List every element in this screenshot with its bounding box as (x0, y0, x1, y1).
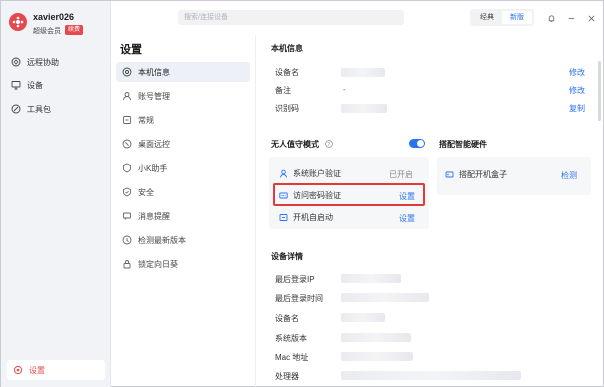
local-info-title: 本机信息 (271, 44, 303, 53)
detail-value-redacted (341, 333, 411, 342)
edit-note-button[interactable]: 修改 (569, 85, 585, 96)
menu-item-label: 常规 (138, 115, 154, 125)
unattended-title: 无人值守模式 (271, 140, 319, 149)
device-name-value-redacted (341, 68, 385, 77)
system-account-status: 已开启 (389, 170, 413, 179)
app-window: xavier026 超级会员 续费 远程协助 设备 工具包 设置 搜索/连接设备… (0, 0, 604, 387)
id-label: 识别码 (275, 104, 299, 113)
search-input[interactable]: 搜索/连接设备 (178, 10, 404, 25)
top-bar: 搜索/连接设备 经典 新版 (112, 1, 604, 35)
menu-item-assistant[interactable]: 小K助手 (116, 158, 250, 178)
sidebar-item-devices[interactable]: 设备 (11, 78, 43, 92)
menu-item-account[interactable]: 账号管理 (116, 86, 250, 106)
svg-text:?: ? (328, 142, 331, 148)
mode-classic-button[interactable]: 经典 (472, 11, 502, 24)
general-icon (122, 115, 132, 125)
auto-start-label: 开机自启动 (293, 212, 333, 222)
update-icon (122, 235, 132, 245)
menu-item-label: 桌面远控 (138, 139, 170, 149)
member-level: 超级会员 (33, 28, 61, 35)
copy-id-button[interactable]: 复制 (569, 103, 585, 114)
user-icon (279, 169, 288, 178)
assistant-icon (122, 163, 132, 173)
menu-item-label: 消息提醒 (138, 211, 170, 221)
minimize-icon[interactable] (566, 13, 576, 23)
settings-content: 本机信息 设备名 修改 备注 - 修改 识别码 复制 无人值守模式 ? 系统账户… (257, 35, 603, 387)
toolbox-icon (11, 104, 21, 114)
detail-value-redacted (341, 274, 401, 283)
menu-item-label: 小K助手 (138, 163, 168, 173)
desktop-control-icon (122, 139, 132, 149)
unattended-toggle[interactable] (409, 139, 425, 148)
bell-icon[interactable] (546, 13, 556, 23)
menu-item-security[interactable]: 安全 (116, 182, 250, 202)
username: xavier026 (33, 12, 75, 22)
close-icon[interactable] (586, 13, 596, 23)
sidebar-item-label: 设备 (27, 80, 43, 90)
device-details-title: 设备详情 (271, 252, 303, 261)
sidebar: xavier026 超级会员 续费 远程协助 设备 工具包 设置 (1, 1, 111, 387)
boot-box-icon (445, 170, 454, 179)
message-icon (122, 211, 132, 221)
sidebar-item-label: 工具包 (27, 104, 51, 114)
power-icon (279, 213, 288, 222)
menu-item-lock[interactable]: 锁定向日葵 (116, 254, 250, 274)
menu-item-check-update[interactable]: 检测最新版本 (116, 230, 250, 250)
detail-value-redacted (341, 293, 429, 302)
menu-item-label: 锁定向日葵 (138, 259, 178, 269)
sidebar-item-toolbox[interactable]: 工具包 (11, 102, 51, 116)
boot-box-label: 搭配开机盒子 (459, 169, 507, 179)
detail-value-redacted (341, 352, 413, 361)
detail-label: 处理器 (275, 372, 299, 381)
mode-new-button[interactable]: 新版 (502, 11, 532, 24)
note-label: 备注 (275, 86, 291, 95)
gear-icon (13, 365, 23, 375)
sidebar-item-label: 远程协助 (27, 57, 59, 67)
renew-badge[interactable]: 续费 (65, 25, 84, 35)
note-value: - (343, 85, 346, 94)
lock-icon (122, 259, 132, 269)
sunflower-logo-icon[interactable] (9, 13, 27, 31)
sidebar-item-label: 设置 (29, 365, 45, 375)
monitor-icon (11, 80, 21, 90)
hardware-title: 搭配智能硬件 (439, 140, 487, 149)
detail-label: 系统版本 (275, 334, 307, 343)
auto-start-item: 开机自启动 (279, 210, 333, 224)
menu-item-desktop-control[interactable]: 桌面远控 (116, 134, 250, 154)
detail-label: 设备名 (275, 314, 299, 323)
scrollbar[interactable] (598, 61, 601, 121)
detail-label: 最后登录时间 (275, 294, 323, 303)
detail-value-redacted (341, 313, 385, 322)
sidebar-item-remote-assist[interactable]: 远程协助 (11, 55, 59, 69)
boot-box-item: 搭配开机盒子 (445, 167, 507, 181)
detail-label: 最后登录IP (275, 275, 315, 284)
help-icon[interactable]: ? (325, 140, 333, 148)
menu-item-label: 本机信息 (138, 67, 170, 77)
shield-icon (122, 187, 132, 197)
remote-assist-icon (11, 57, 21, 67)
device-info-icon (122, 67, 132, 77)
id-value-redacted (341, 104, 387, 113)
mode-toggle: 经典 新版 (470, 9, 534, 26)
menu-item-label: 检测最新版本 (138, 235, 186, 245)
menu-item-general[interactable]: 常规 (116, 110, 250, 130)
system-account-item: 系统账户验证 (279, 166, 341, 180)
edit-device-name-button[interactable]: 修改 (569, 67, 585, 78)
device-name-label: 设备名 (275, 68, 299, 77)
menu-item-messages[interactable]: 消息提醒 (116, 206, 250, 226)
detect-hardware-button[interactable]: 检测 (561, 170, 577, 181)
auto-start-settings-button[interactable]: 设置 (399, 213, 415, 224)
menu-item-device-info[interactable]: 本机信息 (116, 62, 250, 82)
menu-item-label: 安全 (138, 187, 154, 197)
menu-item-label: 账号管理 (138, 91, 170, 101)
detail-value-redacted (341, 371, 521, 380)
highlight-box (273, 183, 425, 206)
account-icon (122, 91, 132, 101)
settings-menu: 设置 本机信息 账号管理 常规 桌面远控 小K助手 安全 消息提醒 检测最新版本… (112, 35, 256, 387)
detail-label: Mac 地址 (275, 353, 309, 362)
sidebar-item-settings[interactable]: 设置 (7, 360, 105, 380)
system-account-label: 系统账户验证 (293, 168, 341, 178)
page-title: 设置 (120, 44, 142, 56)
